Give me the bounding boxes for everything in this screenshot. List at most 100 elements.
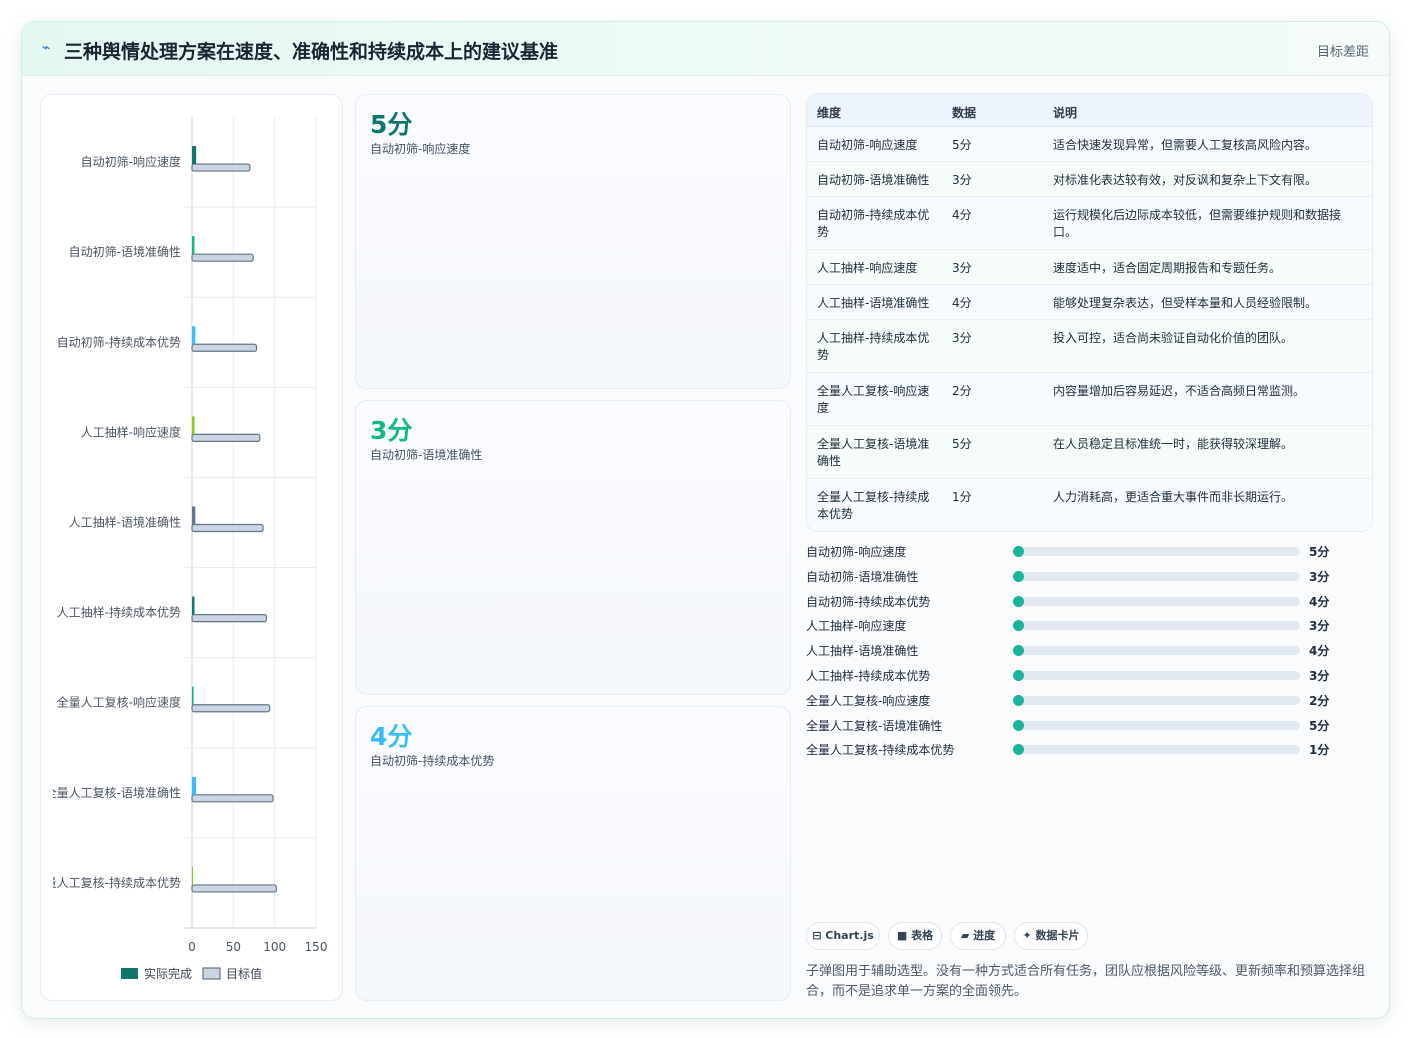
- tag-chart[interactable]: ⊟ Chart.js: [806, 922, 880, 950]
- target-bar: [191, 884, 277, 893]
- progress-row: 人工抽样-响应速度 3分: [806, 616, 1373, 634]
- footnote: 子弹图用于辅助选型。没有一种方式适合所有任务，团队应根据风险等级、更新频率和预算…: [806, 964, 1366, 999]
- page-title: 三种舆情处理方案在速度、准确性和持续成本上的建议基准: [64, 41, 559, 63]
- cell-dimension: 人工抽样-持续成本优势: [817, 331, 930, 362]
- progress-row: 全量人工复核-持续成本优势 1分: [806, 740, 1373, 758]
- cell-data: 5分: [952, 138, 972, 152]
- category-label: 全量人工复核-持续成本优势: [41, 875, 181, 890]
- progress-row: 自动初筛-持续成本优势 4分: [806, 592, 1373, 610]
- progress-track: [1013, 620, 1300, 632]
- actual-bar: [192, 146, 197, 165]
- cell-description: 运行规模化后边际成本较低，但需要维护规则和数据接口。: [1053, 208, 1342, 239]
- cell-dimension: 人工抽样-响应速度: [817, 261, 918, 275]
- progress-label: 全量人工复核-语境准确性: [806, 718, 943, 733]
- progress-track: [1013, 645, 1300, 657]
- progress-label: 自动初筛-响应速度: [806, 545, 907, 559]
- x-tick-label: 50: [226, 940, 241, 954]
- category-label: 人工抽样-持续成本优势: [57, 605, 181, 620]
- cell-description: 内容量增加后容易延迟，不适合高频日常监测。: [1053, 384, 1306, 398]
- cell-data: 5分: [952, 437, 972, 451]
- cell-description: 能够处理复杂表达，但受样本量和人员经验限制。: [1053, 296, 1318, 310]
- table-row: 全量人工复核-响应速度 2分 内容量增加后容易延迟，不适合高频日常监测。: [807, 373, 1372, 426]
- target-bar: [191, 343, 258, 352]
- table-header: 维度 数据 说明: [807, 94, 1372, 127]
- column-header-dimension: 维度: [817, 106, 842, 120]
- bullet-chart: 0 50 100 150 自动初筛-响应速度自动初筛-语境准确性自动初筛-持续成本优势人…: [41, 117, 327, 981]
- legend-swatch-actual: [121, 968, 138, 979]
- progress-dot: [1013, 620, 1024, 632]
- legend-label-target: 目标值: [226, 966, 262, 981]
- progress-value: 5分: [1309, 545, 1330, 559]
- cell-dimension: 全量人工复核-持续成本优势: [817, 490, 930, 521]
- progress-value: 3分: [1309, 669, 1330, 683]
- progress-value: 2分: [1309, 693, 1330, 708]
- tag-sparkle[interactable]: ✦ 数据卡片: [1014, 922, 1088, 950]
- cell-dimension: 自动初筛-响应速度: [817, 138, 918, 152]
- cell-data: 4分: [952, 296, 972, 310]
- progress-label: 自动初筛-语境准确性: [806, 569, 919, 584]
- progress-dot: [1013, 719, 1024, 731]
- actual-bar: [192, 596, 195, 615]
- target-bar: [191, 614, 268, 623]
- progress-row: 全量人工复核-响应速度 2分: [806, 691, 1373, 709]
- progress-dot: [1013, 744, 1024, 756]
- actual-bar: [192, 686, 194, 705]
- actual-bar: [192, 416, 195, 435]
- cell-data: 3分: [952, 331, 972, 345]
- progress-row: 自动初筛-语境准确性 3分: [806, 567, 1373, 585]
- progress-track: [1013, 546, 1300, 557]
- progress-value: 3分: [1309, 569, 1330, 584]
- progress-label: 全量人工复核-响应速度: [806, 693, 931, 708]
- cell-description: 适合快速发现异常，但需要人工复核高风险内容。: [1053, 138, 1318, 152]
- progress-track: [1013, 719, 1300, 731]
- progress-value: 4分: [1309, 594, 1330, 609]
- cell-dimension: 自动初筛-语境准确性: [817, 173, 930, 187]
- progress-label: 人工抽样-持续成本优势: [806, 669, 931, 683]
- tag-label: Chart.js: [825, 929, 874, 942]
- cell-description: 投入可控，适合尚未验证自动化价值的团队。: [1053, 331, 1294, 345]
- progress-track: [1013, 670, 1300, 681]
- progress-dot: [1013, 546, 1024, 557]
- progress-track: [1013, 694, 1300, 706]
- table-row: 全量人工复核-持续成本优势 1分 人力消耗高，更适合重大事件而非长期运行。: [807, 479, 1372, 531]
- tag-label: 进度: [973, 929, 996, 942]
- progress-row: 全量人工复核-语境准确性 5分: [806, 716, 1373, 734]
- tag-folder[interactable]: ▰ 进度: [950, 922, 1006, 950]
- cell-description: 在人员稳定且标准统一时，能获得较深理解。: [1053, 437, 1294, 451]
- table-row: 自动初筛-语境准确性 3分 对标准化表达较有效，对反讽和复杂上下文有限。: [807, 162, 1372, 197]
- cell-data: 3分: [952, 173, 972, 187]
- progress-value: 4分: [1309, 644, 1330, 659]
- cell-description: 对标准化表达较有效，对反讽和复杂上下文有限。: [1053, 173, 1318, 187]
- table-row: 人工抽样-响应速度 3分 速度适中，适合固定周期报告和专题任务。: [807, 250, 1372, 285]
- cell-description: 人力消耗高，更适合重大事件而非长期运行。: [1053, 490, 1294, 504]
- progress-dot: [1013, 670, 1024, 681]
- x-tick-label: 100: [263, 940, 286, 954]
- cell-dimension: 人工抽样-语境准确性: [817, 296, 930, 310]
- tag-label: 数据卡片: [1035, 929, 1080, 942]
- tag-table[interactable]: ■ 表格: [888, 922, 942, 950]
- x-tick-label: 0: [188, 940, 196, 954]
- table-icon: ■: [896, 929, 908, 942]
- legend-label-actual: 实际完成: [144, 966, 192, 981]
- actual-bar: [192, 506, 196, 525]
- category-label: 全量人工复核-语境准确性: [45, 785, 181, 800]
- progress-track: [1013, 570, 1300, 582]
- category-label: 人工抽样-语境准确性: [69, 515, 181, 530]
- cell-dimension: 全量人工复核-语境准确性: [817, 437, 930, 468]
- progress-dot: [1013, 595, 1024, 607]
- table-row: 全量人工复核-语境准确性 5分 在人员稳定且标准统一时，能获得较深理解。: [807, 426, 1372, 479]
- progress-label: 全量人工复核-持续成本优势: [806, 743, 955, 758]
- progress-dot: [1013, 694, 1024, 706]
- progress-label: 人工抽样-响应速度: [806, 619, 907, 634]
- category-label: 自动初筛-语境准确性: [69, 244, 181, 259]
- category-label: 全量人工复核-响应速度: [57, 695, 181, 710]
- page-header: ⌁ 三种舆情处理方案在速度、准确性和持续成本上的建议基准 目标差距: [22, 22, 1389, 76]
- cell-dimension: 自动初筛-持续成本优势: [817, 208, 930, 239]
- target-bar: [191, 794, 274, 803]
- cell-description: 速度适中，适合固定周期报告和专题任务。: [1053, 261, 1282, 275]
- target-bar: [191, 163, 251, 172]
- cell-data: 4分: [952, 208, 972, 222]
- card-value: 5分: [370, 110, 413, 139]
- column-header-description: 说明: [1053, 106, 1078, 120]
- progress-label: 人工抽样-语境准确性: [806, 644, 919, 659]
